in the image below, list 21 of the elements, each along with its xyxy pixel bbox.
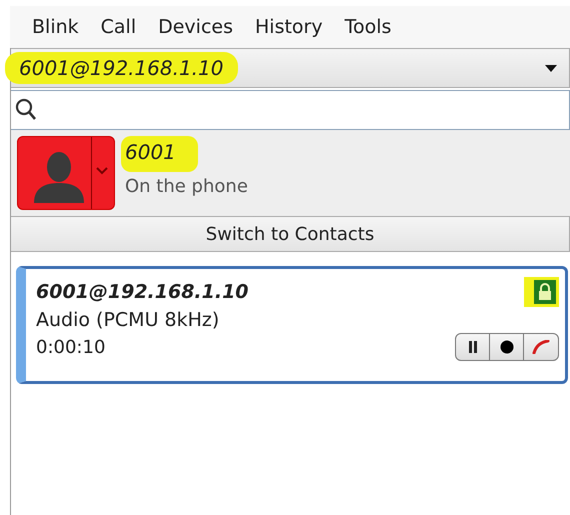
remote-address: 6001@192.168.1.10 xyxy=(36,281,249,303)
search-icon xyxy=(15,98,37,122)
call-card[interactable]: 6001@192.168.1.10 Audio (PCMU 8kHz) 0:00:10 xyxy=(16,266,568,384)
caret-icon xyxy=(545,64,557,72)
menu-item[interactable]: Call xyxy=(90,16,148,38)
status-text: On the phone xyxy=(124,176,248,197)
menu-item[interactable]: Tools xyxy=(334,16,402,38)
account-text: 6001@192.168.1.10 xyxy=(5,52,238,84)
record-icon xyxy=(500,340,514,354)
avatar-button[interactable] xyxy=(17,136,115,210)
menu-item[interactable]: History xyxy=(244,16,334,38)
search-field[interactable] xyxy=(11,90,570,130)
switch-button[interactable]: Switch to Contacts xyxy=(11,216,570,252)
menu-item[interactable]: Devices xyxy=(147,16,244,38)
codec-text: Audio (PCMU 8kHz) xyxy=(36,309,220,331)
phone-icon xyxy=(532,340,550,354)
user-name: 6001 xyxy=(121,136,198,172)
menu-item[interactable]: Blink xyxy=(24,16,90,38)
chevron-icon xyxy=(96,167,108,175)
call-duration: 0:00:10 xyxy=(36,336,106,358)
pause-icon xyxy=(468,341,478,353)
